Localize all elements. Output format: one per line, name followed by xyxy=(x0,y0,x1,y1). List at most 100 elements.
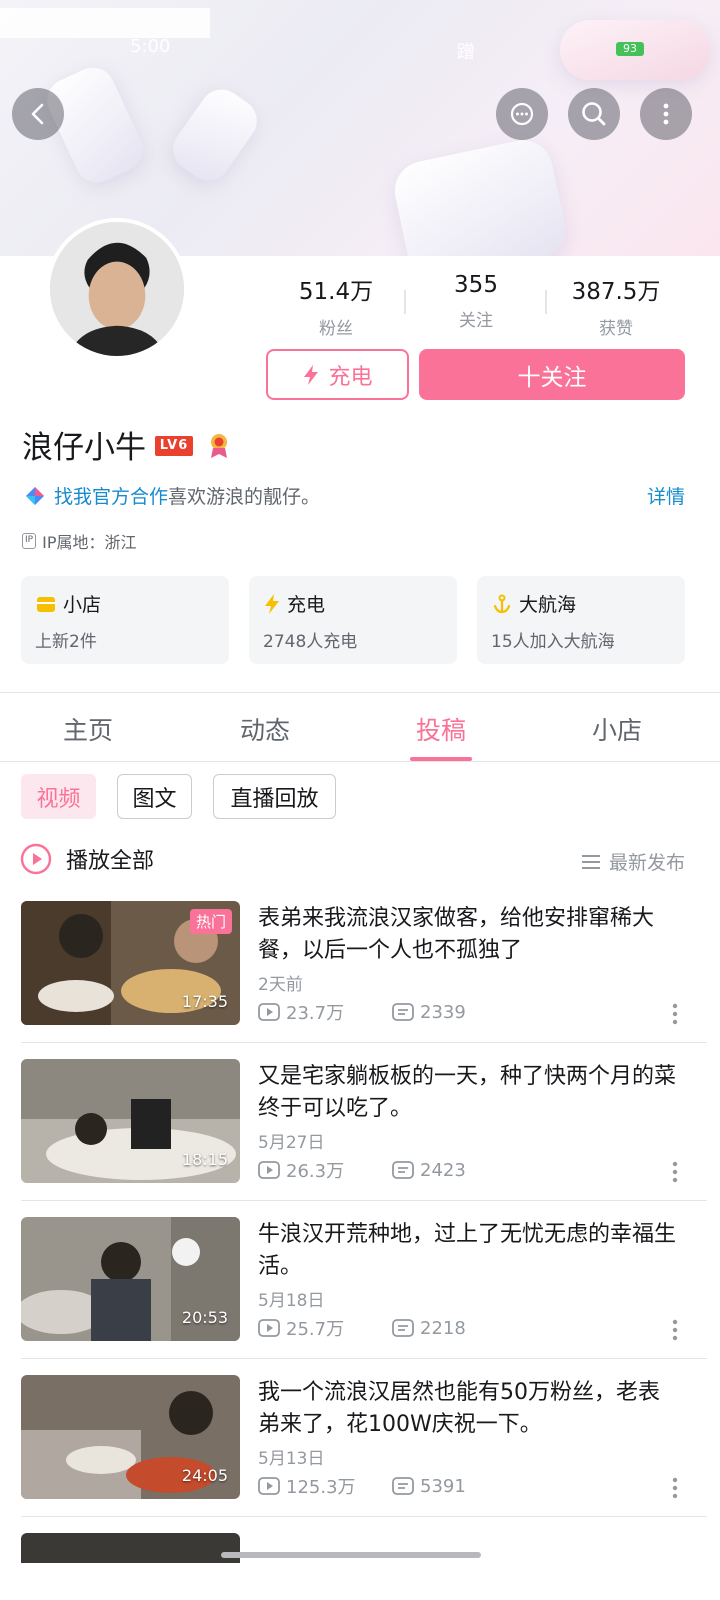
charge-button[interactable]: 充电 xyxy=(266,349,409,400)
play-count-icon xyxy=(258,1319,280,1337)
video-thumbnail[interactable]: 24:05 xyxy=(21,1375,240,1499)
sort-button[interactable]: 最新发布 xyxy=(581,848,685,875)
video-date: 2天前 xyxy=(258,975,303,995)
stat-following[interactable]: 355 关注 xyxy=(406,272,546,331)
video-stats: 26.3万 2423 xyxy=(258,1157,526,1183)
play-all-button[interactable]: 播放全部 xyxy=(20,843,154,875)
level-badge: LV6 xyxy=(155,436,193,456)
more-vertical-icon[interactable] xyxy=(672,1003,678,1025)
charge-card-title: 充电 xyxy=(287,594,326,616)
stat-likes[interactable]: 387.5万 获赞 xyxy=(546,272,686,339)
followers-label: 粉丝 xyxy=(319,319,353,339)
ip-tag-icon: IP xyxy=(22,533,37,549)
more-vertical-icon[interactable] xyxy=(672,1161,678,1183)
following-label: 关注 xyxy=(459,311,493,331)
tab-shop[interactable]: 小店 xyxy=(557,711,677,747)
search-icon xyxy=(582,102,606,126)
danmaku-icon xyxy=(392,1161,414,1179)
back-arrow-icon xyxy=(31,103,44,125)
back-button[interactable] xyxy=(12,88,64,140)
video-thumbnail[interactable]: 18:15 xyxy=(21,1059,240,1183)
danmaku-icon xyxy=(392,1003,414,1021)
message-button[interactable] xyxy=(496,88,548,140)
profile-tabs: 主页 动态 投稿 小店 xyxy=(0,693,720,761)
avatar[interactable] xyxy=(46,218,188,360)
search-button[interactable] xyxy=(568,88,620,140)
avatar-image xyxy=(50,222,184,356)
divider xyxy=(21,1200,707,1201)
comment-count: 5391 xyxy=(420,1475,466,1497)
video-title[interactable]: 又是宅家躺板板的一天，种了快两个月的菜终于可以吃了。 xyxy=(258,1061,678,1125)
divider xyxy=(21,1042,707,1043)
follow-label: 十关注 xyxy=(517,364,587,391)
charge-label: 充电 xyxy=(328,364,373,390)
comment-count: 2423 xyxy=(420,1159,466,1181)
shop-card-title: 小店 xyxy=(63,594,102,616)
comment-count: 2218 xyxy=(420,1317,466,1339)
play-circle-icon xyxy=(20,843,52,875)
comment-count: 2339 xyxy=(420,1001,466,1023)
more-menu-button[interactable] xyxy=(640,88,692,140)
video-date: 5月18日 xyxy=(258,1291,325,1311)
charge-card[interactable]: 充电 2748人充电 xyxy=(249,576,457,664)
voyage-card[interactable]: 大航海 15人加入大航海 xyxy=(477,576,685,664)
bio-text: 喜欢游浪的靓仔。 xyxy=(168,486,321,508)
more-vertical-icon[interactable] xyxy=(672,1477,678,1499)
voyage-card-sub: 15人加入大航海 xyxy=(491,632,615,652)
tab-submissions[interactable]: 投稿 xyxy=(381,711,501,747)
view-count: 25.7万 xyxy=(286,1319,345,1340)
danmaku-icon xyxy=(392,1477,414,1495)
official-cooperation-link[interactable]: 找我官方合作 xyxy=(54,482,168,509)
video-item[interactable]: 热门 17:35 表弟来我流浪汉家做客，给他安排窜稀大餐，以后一个人也不孤独了 … xyxy=(0,901,720,1059)
ip-location-text: IP属地：浙江 xyxy=(42,533,137,552)
lightning-icon xyxy=(304,364,319,385)
divider xyxy=(21,1516,707,1517)
video-title[interactable]: 牛浪汉开荒种地，过上了无忧无虑的幸福生活。 xyxy=(258,1219,678,1283)
details-link[interactable]: 详情 xyxy=(647,482,685,509)
likes-label: 获赞 xyxy=(599,319,633,339)
cooperation-icon xyxy=(26,486,44,505)
medal-icon[interactable] xyxy=(208,433,230,459)
shop-card-sub: 上新2件 xyxy=(35,632,97,652)
video-stats: 23.7万 2339 xyxy=(258,999,526,1025)
divider xyxy=(21,1358,707,1359)
banner-decor xyxy=(389,134,571,256)
video-stats: 125.3万 5391 xyxy=(258,1473,526,1499)
anchor-icon xyxy=(493,594,511,613)
more-vertical-icon[interactable] xyxy=(672,1319,678,1341)
list-sort-icon xyxy=(581,854,600,869)
chip-video[interactable]: 视频 xyxy=(21,774,96,819)
lightning-icon xyxy=(265,593,279,614)
shop-card[interactable]: 小店 上新2件 xyxy=(21,576,229,664)
video-stats: 25.7万 2218 xyxy=(258,1315,526,1341)
play-count-icon xyxy=(258,1477,280,1495)
home-indicator[interactable] xyxy=(221,1552,481,1558)
likes-count: 387.5万 xyxy=(571,279,661,305)
hot-badge: 热门 xyxy=(189,909,232,934)
chip-image-text[interactable]: 图文 xyxy=(117,774,192,819)
more-vertical-icon xyxy=(663,103,669,125)
bio: 找我官方合作 喜欢游浪的靓仔。 xyxy=(24,482,320,509)
follow-button[interactable]: 十关注 xyxy=(419,349,685,400)
video-thumbnail[interactable]: 20:53 xyxy=(21,1217,240,1341)
tab-dynamics[interactable]: 动态 xyxy=(205,711,325,747)
view-count: 125.3万 xyxy=(286,1477,356,1498)
chat-bubble-icon xyxy=(510,102,534,126)
stat-followers[interactable]: 51.4万 粉丝 xyxy=(266,272,406,339)
charge-card-sub: 2748人充电 xyxy=(263,632,358,652)
divider xyxy=(0,761,720,762)
video-item[interactable]: 24:05 我一个流浪汉居然也能有50万粉丝，老表弟来了，花100W庆祝一下。 … xyxy=(0,1375,720,1533)
video-duration: 20:53 xyxy=(181,1308,228,1327)
view-count: 26.3万 xyxy=(286,1161,345,1182)
video-thumbnail[interactable]: 热门 17:35 xyxy=(21,901,240,1025)
play-all-label: 播放全部 xyxy=(66,849,155,874)
tab-home[interactable]: 主页 xyxy=(28,711,148,747)
video-title[interactable]: 表弟来我流浪汉家做客，给他安排窜稀大餐，以后一个人也不孤独了 xyxy=(258,903,678,967)
video-item[interactable]: 18:15 又是宅家躺板板的一天，种了快两个月的菜终于可以吃了。 5月27日 2… xyxy=(0,1059,720,1217)
video-thumbnail-partial[interactable] xyxy=(21,1533,240,1563)
danmaku-icon xyxy=(392,1319,414,1337)
chip-live-replay[interactable]: 直播回放 xyxy=(213,774,336,819)
video-title[interactable]: 我一个流浪汉居然也能有50万粉丝，老表弟来了，花100W庆祝一下。 xyxy=(258,1377,678,1441)
status-time: 5:00 xyxy=(130,36,171,57)
video-item[interactable]: 20:53 牛浪汉开荒种地，过上了无忧无虑的幸福生活。 5月18日 25.7万 … xyxy=(0,1217,720,1375)
